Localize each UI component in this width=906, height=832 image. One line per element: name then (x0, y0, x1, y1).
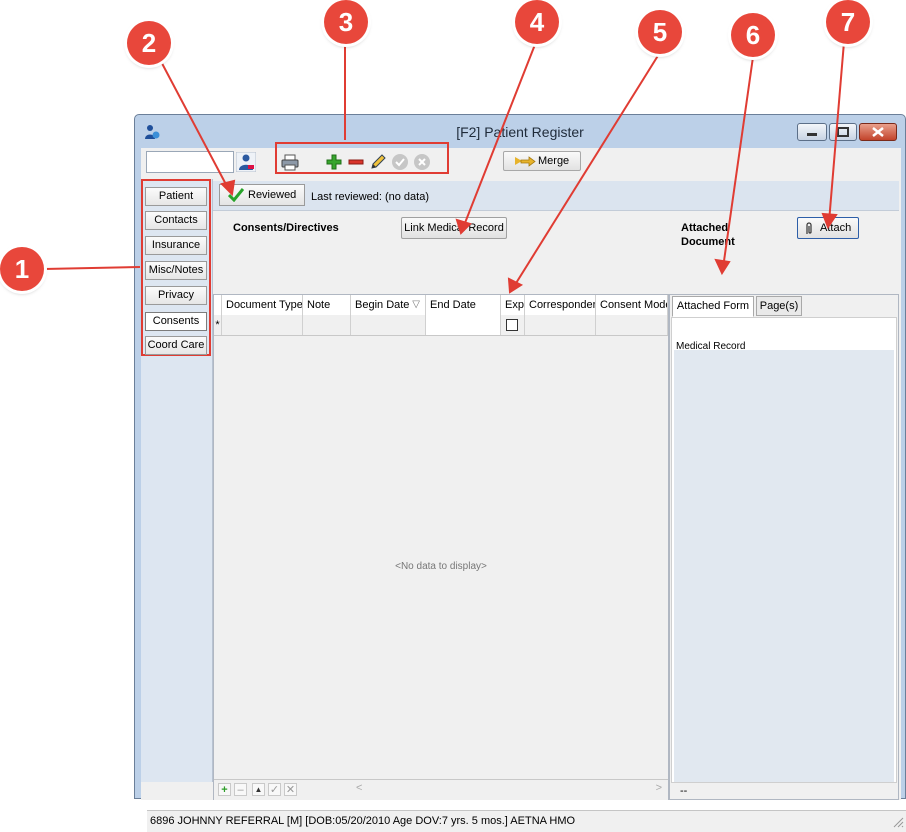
callout-4: 4 (515, 0, 559, 44)
resize-grip-icon[interactable] (892, 816, 904, 828)
callout-3: 3 (324, 0, 368, 44)
callout-arrow-5 (507, 277, 524, 294)
callout-line-2 (155, 51, 231, 193)
status-bar: 6896 JOHNNY REFERRAL [M] [DOB:05/20/2010… (147, 810, 906, 832)
callout-line-6 (722, 56, 754, 269)
callout-line-1 (43, 266, 141, 270)
callout-line-7 (828, 41, 845, 223)
callout-7: 7 (826, 0, 870, 44)
callout-line-4 (462, 41, 537, 229)
callout-line-5 (512, 53, 660, 289)
callout-arrow-7 (821, 212, 838, 230)
callout-6: 6 (731, 13, 775, 57)
callout-lines (43, 41, 845, 294)
callout-5: 5 (638, 10, 682, 54)
callout-arrow-2 (220, 179, 236, 197)
callout-arrow-6 (714, 258, 731, 276)
patient-status-text: 6896 JOHNNY REFERRAL [M] [DOB:05/20/2010… (150, 815, 576, 827)
callout-1: 1 (0, 247, 44, 291)
callout-arrow-4 (455, 218, 472, 235)
callout-2: 2 (127, 21, 171, 65)
